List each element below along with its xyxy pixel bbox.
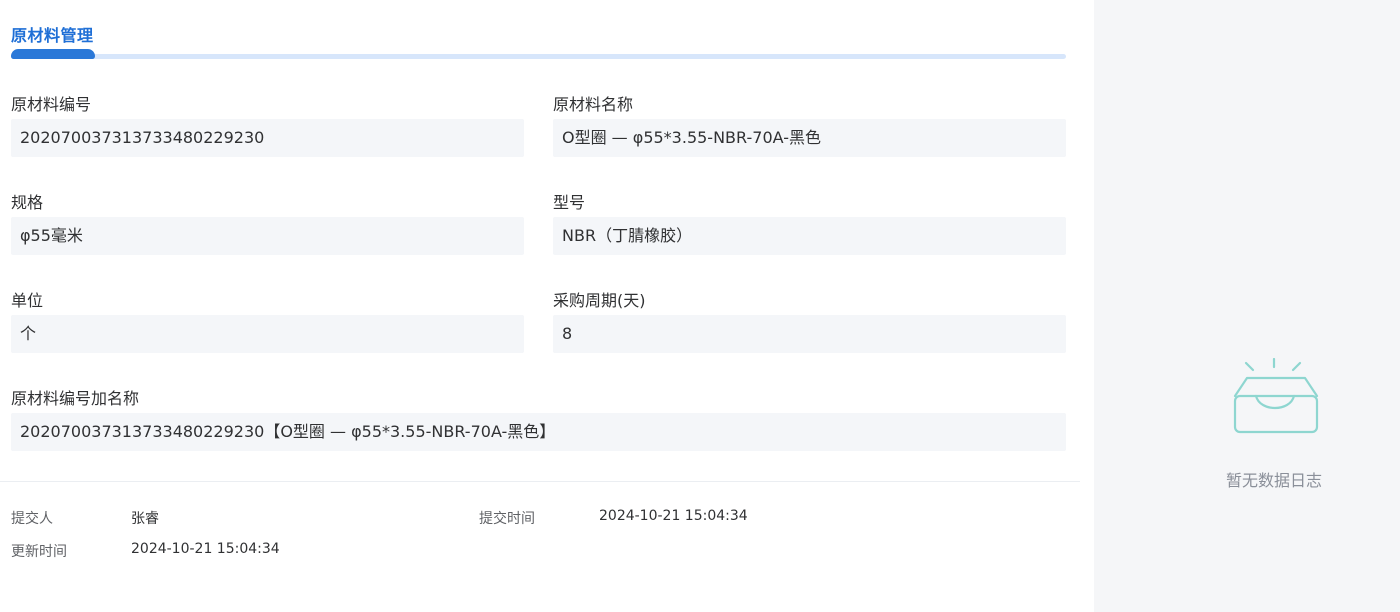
field-label-code-and-name: 原材料编号加名称: [11, 389, 140, 408]
tab-underline-track: [11, 54, 1066, 59]
submit-time-label: 提交时间: [479, 511, 535, 527]
update-time-label: 更新时间: [11, 544, 67, 560]
submitter-value: 张睿: [131, 511, 159, 527]
purchase-cycle-field: 8: [553, 315, 1066, 353]
code-and-name-field: 202070037313733480229230【O型圈 — φ55*3.55-…: [11, 413, 1066, 451]
section-divider: [0, 481, 1080, 482]
field-label-spec: 规格: [11, 193, 44, 212]
empty-inbox-icon: [1233, 358, 1319, 434]
tab-material-management[interactable]: 原材料管理: [11, 22, 94, 46]
field-label-material-name: 原材料名称: [553, 95, 634, 114]
spec-field: φ55毫米: [11, 217, 524, 255]
field-label-unit: 单位: [11, 291, 44, 310]
unit-field: 个: [11, 315, 524, 353]
submitter-label: 提交人: [11, 511, 53, 527]
log-panel: [1094, 0, 1400, 612]
empty-log-text: 暂无数据日志: [1226, 471, 1323, 490]
material-code-field: 202070037313733480229230: [11, 119, 524, 157]
field-label-purchase-cycle: 采购周期(天): [553, 291, 646, 310]
tab-active-indicator: [11, 49, 95, 59]
material-name-field: O型圈 — φ55*3.55-NBR-70A-黑色: [553, 119, 1066, 157]
model-field: NBR（丁腈橡胶）: [553, 217, 1066, 255]
update-time-value: 2024-10-21 15:04:34: [131, 541, 280, 557]
submit-time-value: 2024-10-21 15:04:34: [599, 508, 748, 524]
field-label-model: 型号: [553, 193, 586, 212]
material-detail-panel: 原材料管理 原材料编号 202070037313733480229230 原材料…: [0, 0, 1094, 612]
field-label-material-code: 原材料编号: [11, 95, 92, 114]
